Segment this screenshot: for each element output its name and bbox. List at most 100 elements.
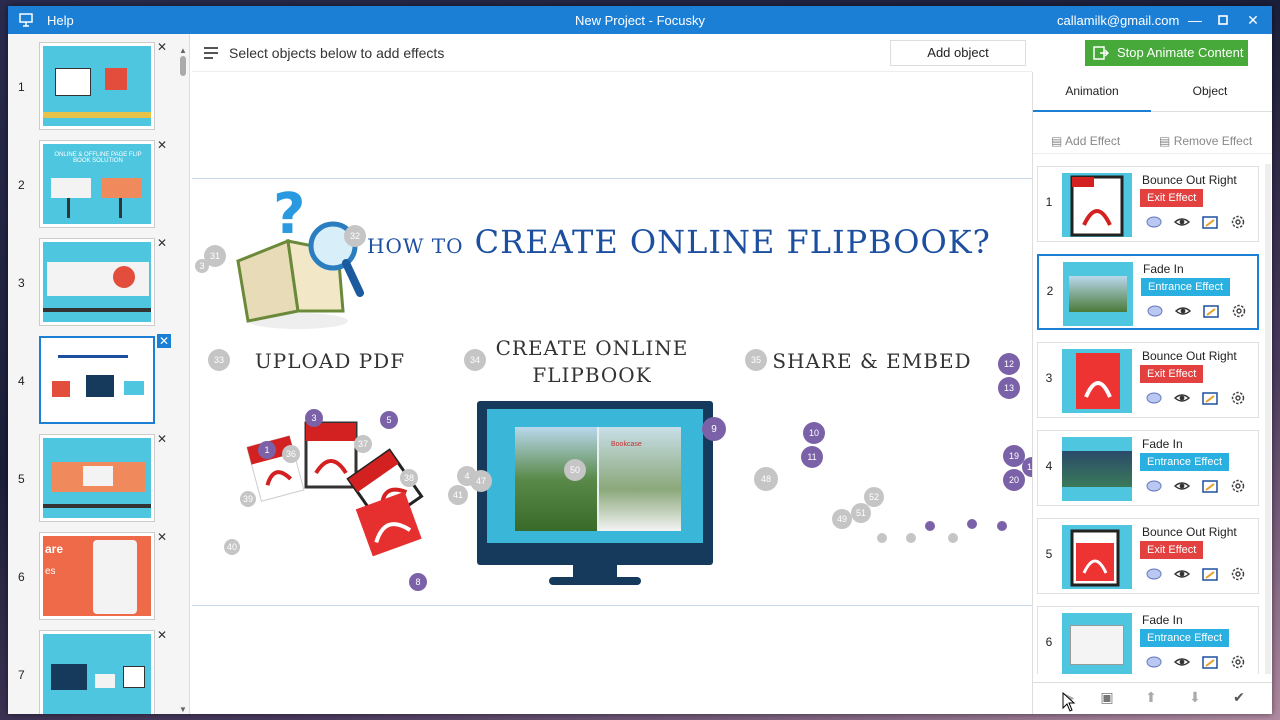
close-icon[interactable]: ✕ (1243, 10, 1263, 30)
animation-marker[interactable]: 47 (470, 470, 492, 492)
thumbnail-frame[interactable] (39, 238, 155, 326)
move-up-icon[interactable]: ⬆ (1141, 689, 1161, 709)
animation-marker[interactable]: 8 (409, 573, 427, 591)
scroll-up-icon[interactable]: ▲ (179, 46, 187, 55)
effect-row[interactable]: 5 Bounce Out Right Exit Effect (1037, 518, 1259, 594)
settings-gear-icon[interactable] (1230, 654, 1246, 670)
slide-content[interactable]: ? HOW TO CREATE ONLINE FLIPBOOK? UPLOAD … (192, 178, 1042, 606)
animation-marker[interactable] (906, 533, 916, 543)
scroll-down-icon[interactable]: ▼ (179, 705, 187, 714)
animation-marker[interactable]: 37 (354, 435, 372, 453)
preview-eye-icon[interactable] (1173, 654, 1191, 670)
effect-row[interactable]: 6 Fade In Entrance Effect (1037, 606, 1259, 674)
animation-marker[interactable]: 11 (801, 446, 823, 468)
animation-marker[interactable]: 48 (754, 467, 778, 491)
settings-gear-icon[interactable] (1230, 214, 1246, 230)
preview-eye-icon[interactable] (1173, 566, 1191, 582)
effect-row[interactable]: 3 Bounce Out Right Exit Effect (1037, 342, 1259, 418)
slide-canvas[interactable]: ? HOW TO CREATE ONLINE FLIPBOOK? UPLOAD … (192, 72, 1042, 714)
thumbnail-close-icon[interactable]: ✕ (157, 530, 167, 544)
animation-marker[interactable]: 51 (851, 503, 871, 523)
edit-icon[interactable] (1202, 566, 1218, 582)
preview-screen-icon[interactable]: ▣ (1097, 689, 1117, 709)
edit-icon[interactable] (1203, 303, 1219, 319)
thumbnails-scrollbar[interactable]: ▲ ▼ (178, 46, 188, 714)
toggle-icon[interactable] (1146, 214, 1162, 230)
apply-icon[interactable]: ✔ (1229, 689, 1249, 709)
animation-marker[interactable]: 33 (208, 349, 230, 371)
animation-marker[interactable]: 13 (998, 377, 1020, 399)
animation-marker[interactable]: 34 (464, 349, 486, 371)
settings-gear-icon[interactable] (1230, 478, 1246, 494)
maximize-icon[interactable] (1213, 10, 1233, 30)
monitor-illustration[interactable]: Bookcase (477, 401, 713, 585)
animation-marker[interactable]: 39 (240, 491, 256, 507)
toggle-icon[interactable] (1146, 654, 1162, 670)
preview-eye-icon[interactable] (1173, 214, 1191, 230)
effect-row[interactable]: 1 Bounce Out Right Exit Effect (1037, 166, 1259, 242)
scrollbar-thumb[interactable] (180, 56, 186, 76)
thumbnail-frame[interactable]: ONLINE & OFFLINE PAGE FLIP BOOK SOLUTION (39, 140, 155, 228)
animation-marker[interactable]: 41 (448, 485, 468, 505)
settings-gear-icon[interactable] (1230, 566, 1246, 582)
remove-effect-button[interactable]: ▤ Remove Effect (1159, 134, 1252, 148)
toggle-icon[interactable] (1146, 390, 1162, 406)
thumbnail-item[interactable]: 7 ✕ (8, 628, 178, 714)
thumbnail-close-icon[interactable]: ✕ (157, 40, 167, 54)
toggle-icon[interactable] (1146, 478, 1162, 494)
toggle-icon[interactable] (1146, 566, 1162, 582)
animation-marker[interactable]: 9 (702, 417, 726, 441)
animation-marker[interactable] (967, 519, 977, 529)
thumbnail-item[interactable]: 2 ONLINE & OFFLINE PAGE FLIP BOOK SOLUTI… (8, 138, 178, 230)
animation-marker[interactable]: 12 (998, 353, 1020, 375)
thumbnail-frame[interactable]: are es (39, 532, 155, 620)
effect-row[interactable]: 4 Fade In Entrance Effect (1037, 430, 1259, 506)
preview-eye-icon[interactable] (1174, 303, 1192, 319)
thumbnail-frame-selected[interactable] (39, 336, 155, 424)
animation-marker[interactable]: 40 (224, 539, 240, 555)
thumbnail-frame[interactable] (39, 630, 155, 714)
minimize-icon[interactable]: — (1185, 10, 1205, 30)
thumbnail-close-icon[interactable]: ✕ (157, 432, 167, 446)
account-email[interactable]: callamilk@gmail.com (1057, 13, 1179, 28)
animation-marker[interactable]: 10 (803, 422, 825, 444)
thumbnail-item[interactable]: 6 are es ✕ (8, 530, 178, 622)
column-heading-upload[interactable]: UPLOAD PDF (250, 349, 410, 373)
edit-icon[interactable] (1202, 654, 1218, 670)
toggle-icon[interactable] (1147, 303, 1163, 319)
column-heading-share[interactable]: SHARE & EMBED (772, 349, 972, 373)
animation-marker[interactable] (948, 533, 958, 543)
edit-icon[interactable] (1202, 478, 1218, 494)
preview-eye-icon[interactable] (1173, 390, 1191, 406)
add-effect-button[interactable]: ▤ Add Effect (1051, 134, 1120, 148)
tab-object[interactable]: Object (1151, 84, 1269, 98)
thumbnail-item[interactable]: 5 ✕ (8, 432, 178, 524)
animation-marker[interactable]: 1 (258, 441, 276, 459)
thumbnail-close-icon[interactable]: ✕ (157, 236, 167, 250)
settings-gear-icon[interactable] (1230, 390, 1246, 406)
animation-marker[interactable]: 32 (344, 225, 366, 247)
animation-marker[interactable]: 38 (400, 469, 418, 487)
thumbnail-close-icon[interactable]: ✕ (157, 138, 167, 152)
animation-marker[interactable]: 3 (195, 259, 209, 273)
animation-marker[interactable]: 49 (832, 509, 852, 529)
thumbnail-item[interactable]: 4 ✕ (8, 334, 178, 426)
add-object-button[interactable]: Add object (890, 40, 1026, 66)
column-heading-create[interactable]: CREATE ONLINE FLIPBOOK (492, 335, 692, 389)
thumbnail-item[interactable]: 1 ✕ (8, 40, 178, 132)
animation-marker[interactable] (925, 521, 935, 531)
edit-icon[interactable] (1202, 214, 1218, 230)
thumbnail-frame[interactable] (39, 434, 155, 522)
settings-gear-icon[interactable] (1231, 303, 1247, 319)
thumbnail-item[interactable]: 3 ✕ (8, 236, 178, 328)
animation-marker[interactable]: 50 (564, 459, 586, 481)
animation-marker[interactable]: 3 (305, 409, 323, 427)
effects-scrollbar[interactable] (1265, 164, 1271, 674)
animation-marker[interactable]: 20 (1003, 469, 1025, 491)
animation-marker[interactable] (997, 521, 1007, 531)
animation-marker[interactable]: 5 (380, 411, 398, 429)
animation-marker[interactable] (877, 533, 887, 543)
thumbnail-frame[interactable] (39, 42, 155, 130)
animation-marker[interactable]: 36 (282, 445, 300, 463)
tab-animation[interactable]: Animation (1033, 84, 1151, 98)
